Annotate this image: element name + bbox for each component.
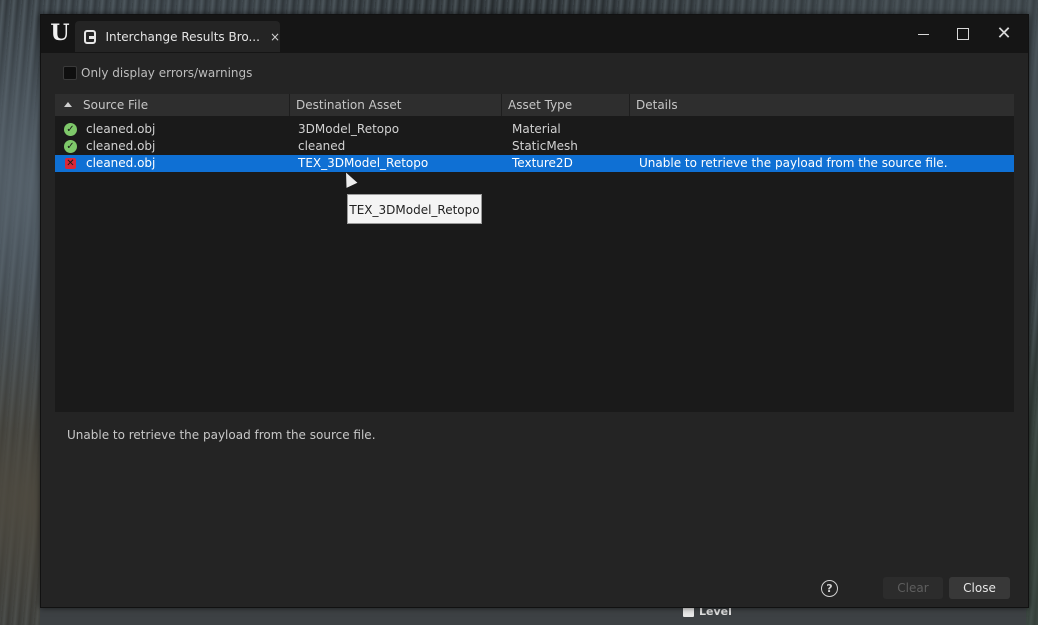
clear-button[interactable]: Clear: [883, 577, 943, 599]
interchange-results-window: U Interchange Results Bro... × ✕ Only di…: [40, 14, 1029, 608]
success-check-icon: ✓: [64, 140, 77, 153]
maximize-icon: [957, 28, 969, 40]
close-button[interactable]: Close: [949, 577, 1010, 599]
column-header-destination-asset[interactable]: Destination Asset: [290, 94, 502, 116]
tab-title: Interchange Results Bro...: [105, 29, 260, 44]
source-file-cell: cleaned.obj: [86, 156, 156, 170]
source-file-cell: cleaned.obj: [86, 122, 156, 136]
column-header-asset-type[interactable]: Asset Type: [502, 94, 630, 116]
maximize-button[interactable]: [952, 24, 974, 44]
minimize-icon: [917, 33, 929, 35]
unreal-logo-icon: U: [50, 20, 70, 46]
destination-asset-cell: TEX_3DModel_Retopo: [298, 156, 429, 170]
column-header-label: Asset Type: [508, 98, 573, 112]
destination-asset-tooltip: TEX_3DModel_Retopo: [347, 194, 482, 224]
results-list[interactable]: Source File Destination Asset Asset Type…: [55, 94, 1014, 412]
errors-only-label: Only display errors/warnings: [81, 66, 253, 80]
source-file-cell: cleaned.obj: [86, 139, 156, 153]
errors-only-checkbox[interactable]: [63, 66, 77, 80]
tab-close-button[interactable]: ×: [270, 30, 280, 44]
help-button[interactable]: ?: [821, 580, 838, 597]
minimize-button[interactable]: [912, 24, 934, 44]
destination-asset-cell: cleaned: [298, 139, 346, 153]
error-x-icon: ✕: [65, 158, 76, 169]
asset-type-cell: Material: [512, 122, 561, 136]
column-header-source-file[interactable]: Source File: [55, 94, 290, 116]
details-cell: Unable to retrieve the payload from the …: [639, 156, 948, 170]
column-header-label: Destination Asset: [296, 98, 402, 112]
table-row[interactable]: ✓ cleaned.obj 3DModel_Retopo Material: [55, 121, 1014, 138]
sort-ascending-icon: [64, 102, 72, 107]
success-check-icon: ✓: [64, 123, 77, 136]
results-browser-icon: [84, 29, 97, 44]
table-row[interactable]: ✓ cleaned.obj cleaned StaticMesh: [55, 138, 1014, 155]
table-row-selected[interactable]: ✕ cleaned.obj TEX_3DModel_Retopo Texture…: [55, 155, 1014, 172]
column-header-label: Details: [636, 98, 678, 112]
destination-asset-cell: 3DModel_Retopo: [298, 122, 400, 136]
title-bar[interactable]: U Interchange Results Bro... × ✕: [41, 15, 1028, 53]
errors-filter[interactable]: Only display errors/warnings: [63, 65, 252, 81]
tab-interchange-results[interactable]: Interchange Results Bro... ×: [75, 21, 280, 52]
list-header: Source File Destination Asset Asset Type…: [55, 94, 1014, 116]
asset-type-cell: StaticMesh: [512, 139, 578, 153]
asset-type-cell: Texture2D: [512, 156, 573, 170]
column-header-details[interactable]: Details: [630, 94, 1014, 116]
column-header-label: Source File: [83, 98, 149, 112]
details-panel-text: Unable to retrieve the payload from the …: [67, 428, 376, 442]
window-close-button[interactable]: ✕: [993, 24, 1015, 44]
